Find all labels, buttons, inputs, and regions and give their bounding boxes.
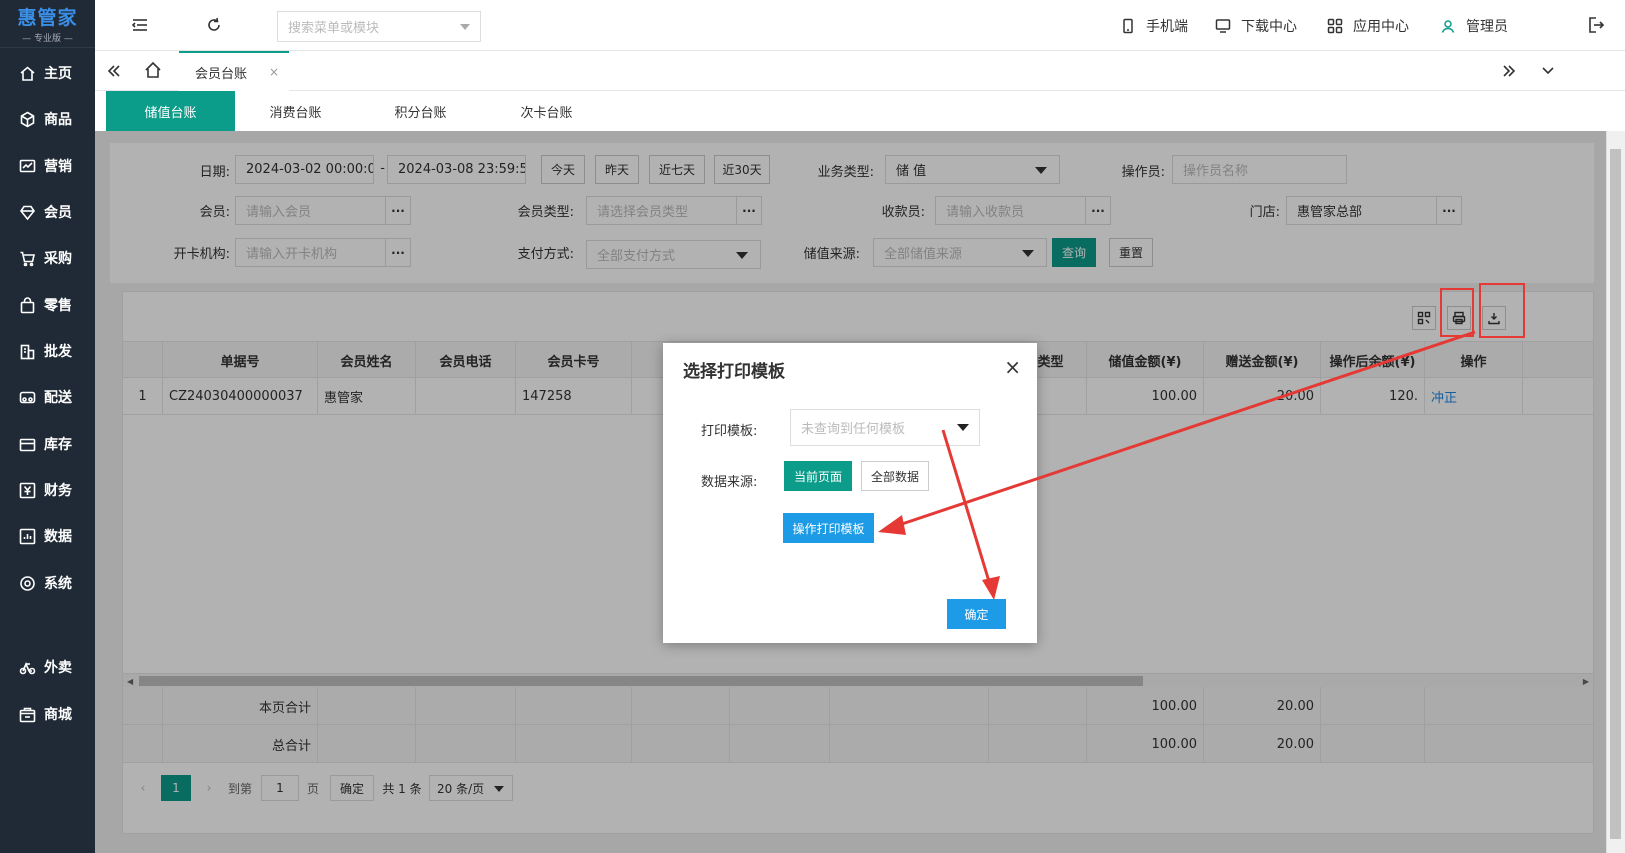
header-link-label: 手机端 <box>1146 19 1188 35</box>
header-link-label: 管理员 <box>1466 19 1508 35</box>
vertical-scrollbar-thumb[interactable] <box>1610 149 1621 839</box>
menu-search-placeholder: 搜索菜单或模块 <box>288 21 380 36</box>
building-icon <box>18 342 36 360</box>
logo: 惠管家 — 专业版 — <box>0 0 95 48</box>
sidebar-item-label: 批发 <box>44 344 72 360</box>
sidebar-item-label: 零售 <box>44 298 72 314</box>
tab-member-ledger[interactable]: 会员台账 × <box>179 51 289 91</box>
sidebar-item-2[interactable]: 营销 <box>0 146 95 186</box>
truck-icon <box>18 388 36 406</box>
sidebar-item-label: 主页 <box>44 66 72 82</box>
tabs-scroll-left-icon[interactable] <box>105 62 123 80</box>
settings-icon <box>18 574 36 592</box>
sidebar-item-6[interactable]: 批发 <box>0 331 95 371</box>
sidebar-item-7[interactable]: 配送 <box>0 377 95 417</box>
chevron-down-icon <box>957 424 969 431</box>
template-select[interactable]: 未查询到任何模板 <box>790 409 980 446</box>
tab-close-icon[interactable]: × <box>269 65 279 79</box>
sidebar-item-label: 采购 <box>44 251 72 267</box>
data-source-label: 数据来源: <box>701 475 758 490</box>
print-template-dialog: 选择打印模板 × 打印模板: 未查询到任何模板 数据来源: 当前页面 全部数据 … <box>663 343 1037 643</box>
home-icon <box>18 64 36 82</box>
sidebar-item-10[interactable]: 数据 <box>0 516 95 556</box>
sidebar-item-label: 商城 <box>44 707 72 723</box>
dialog-ok-button[interactable]: 确定 <box>947 599 1006 629</box>
top-header: 搜索菜单或模块 手机端 下载中心 应用中心 管理员 <box>95 0 1625 51</box>
sidebar-item-9[interactable]: 财务 <box>0 470 95 510</box>
header-link-label: 下载中心 <box>1241 19 1297 35</box>
chevron-down-icon <box>460 24 470 30</box>
sidebar-item-label: 系统 <box>44 576 72 592</box>
sidebar-item-label: 财务 <box>44 483 72 499</box>
monitor-icon <box>1215 19 1231 33</box>
edit-print-template-button[interactable]: 操作打印模板 <box>783 513 874 543</box>
store-icon <box>18 705 36 723</box>
sidebar-item-4[interactable]: 采购 <box>0 238 95 278</box>
dialog-title: 选择打印模板 <box>683 362 785 382</box>
box-icon <box>18 435 36 453</box>
sidebar-item-8[interactable]: 库存 <box>0 424 95 464</box>
sidebar-item-11[interactable]: 系统 <box>0 563 95 603</box>
sidebar-item-label: 配送 <box>44 390 72 406</box>
subtab-stored-value[interactable]: 储值台账 <box>106 91 235 131</box>
header-link-apps[interactable]: 应用中心 <box>1327 16 1409 36</box>
apps-icon <box>1327 18 1343 34</box>
annotation-box-print <box>1440 288 1474 337</box>
sidebar: 惠管家 — 专业版 — 主页商品营销会员采购零售批发配送库存财务数据系统外卖商城 <box>0 0 95 853</box>
tabs-scroll-right-icon[interactable] <box>1500 62 1518 80</box>
bag-icon <box>18 296 36 314</box>
cart-icon <box>18 249 36 267</box>
bike-icon <box>18 658 36 676</box>
sidebar-item-label: 数据 <box>44 529 72 545</box>
sidebar-item-12[interactable]: 外卖 <box>0 647 95 687</box>
phone-icon <box>1123 18 1133 34</box>
subtab-count-card[interactable]: 次卡台账 <box>482 91 611 131</box>
chart-icon <box>18 157 36 175</box>
sidebar-item-label: 会员 <box>44 205 72 221</box>
header-link-user[interactable]: 管理员 <box>1440 16 1508 36</box>
current-page-button[interactable]: 当前页面 <box>784 461 852 491</box>
header-link-download[interactable]: 下载中心 <box>1215 16 1297 36</box>
sidebar-item-label: 外卖 <box>44 660 72 676</box>
sidebar-item-3[interactable]: 会员 <box>0 192 95 232</box>
dialog-close-icon[interactable]: × <box>1004 355 1021 379</box>
header-link-label: 应用中心 <box>1353 19 1409 35</box>
header-link-mobile[interactable]: 手机端 <box>1120 16 1188 36</box>
cube-icon <box>18 110 36 128</box>
sidebar-item-0[interactable]: 主页 <box>0 53 95 93</box>
ledger-subtabs: 储值台账 消费台账 积分台账 次卡台账 <box>95 91 1625 131</box>
tab-label: 会员台账 <box>195 66 248 82</box>
menu-search-input[interactable]: 搜索菜单或模块 <box>277 11 481 42</box>
sidebar-item-label: 库存 <box>44 437 72 453</box>
template-label: 打印模板: <box>701 424 758 439</box>
logo-name: 惠管家 <box>17 7 78 29</box>
sidebar-item-label: 营销 <box>44 159 72 175</box>
menu-collapse-icon[interactable] <box>131 16 149 34</box>
subtab-points[interactable]: 积分台账 <box>356 91 485 131</box>
data-icon <box>18 527 36 545</box>
sidebar-item-1[interactable]: 商品 <box>0 99 95 139</box>
user-icon <box>1441 20 1455 33</box>
sidebar-item-5[interactable]: 零售 <box>0 285 95 325</box>
all-data-button[interactable]: 全部数据 <box>861 461 929 491</box>
home-tab-icon[interactable] <box>144 61 162 79</box>
yen-icon <box>18 481 36 499</box>
diamond-icon <box>18 203 36 221</box>
template-placeholder: 未查询到任何模板 <box>801 422 906 437</box>
sidebar-item-13[interactable]: 商城 <box>0 694 95 734</box>
vertical-scrollbar[interactable] <box>1606 131 1625 853</box>
page-tabs-bar: 会员台账 × <box>95 51 1625 91</box>
subtab-consumption[interactable]: 消费台账 <box>231 91 360 131</box>
tabs-menu-chevron-down-icon[interactable] <box>1539 62 1557 80</box>
refresh-icon[interactable] <box>205 16 223 34</box>
logo-sub: — 专业版 — <box>22 34 73 44</box>
sidebar-item-label: 商品 <box>44 112 72 128</box>
annotation-box-export <box>1479 283 1525 338</box>
logout-icon[interactable] <box>1587 16 1605 34</box>
